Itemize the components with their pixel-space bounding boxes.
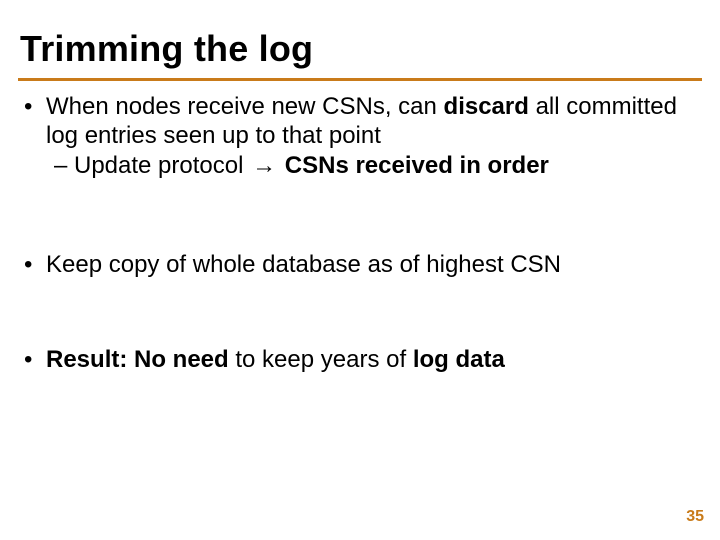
bullet-2-text: Keep copy of whole database as of highes… <box>46 251 561 278</box>
slide-title: Trimming the log <box>20 28 313 70</box>
bullet-1-sub-pre: Update protocol <box>74 152 250 179</box>
bullet-1-sub-bold: CSNs received in order <box>278 152 549 179</box>
bullet-1: When nodes receive new CSNs, can discard… <box>20 92 690 151</box>
bullet-3-bold1: Result: <box>46 346 127 373</box>
arrow-icon: → <box>250 151 278 180</box>
bullet-3-bold2: No need <box>134 346 229 373</box>
bullet-1-sub: Update protocol → CSNs received in order <box>20 151 690 180</box>
bullet-3-mid1 <box>127 346 134 373</box>
bullet-3-bold3: log data <box>413 346 505 373</box>
bullet-3-mid2: to keep years of <box>229 346 413 373</box>
title-rule <box>18 78 702 81</box>
content-area: When nodes receive new CSNs, can discard… <box>20 92 690 374</box>
slide: Trimming the log When nodes receive new … <box>0 0 720 540</box>
spacer <box>20 180 690 250</box>
spacer <box>20 279 690 345</box>
bullet-1-bold: discard <box>444 93 529 120</box>
page-number: 35 <box>686 508 704 526</box>
bullet-3: Result: No need to keep years of log dat… <box>20 345 690 374</box>
bullet-1-text-pre: When nodes receive new CSNs, can <box>46 93 444 120</box>
bullet-2: Keep copy of whole database as of highes… <box>20 250 690 279</box>
